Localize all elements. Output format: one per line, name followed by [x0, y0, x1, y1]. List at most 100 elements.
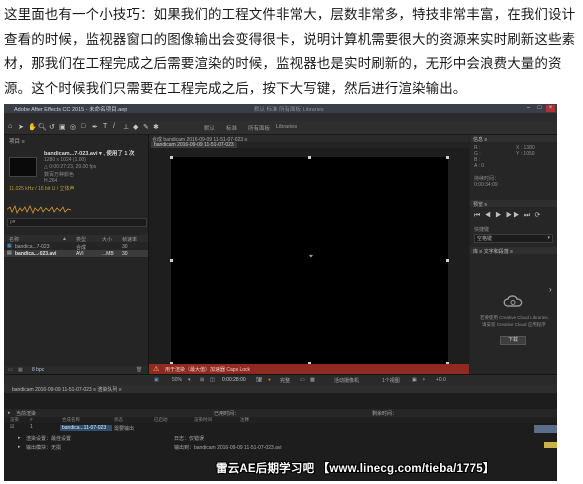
- warning-text: 用于渲染（最大值）加速器 Caps Lock: [165, 367, 251, 373]
- eraser-tool-icon[interactable]: ◆: [133, 123, 138, 131]
- timeline-tabs: bandicam 2016-09-09 11-51-07-023 ≡ 渲染队列 …: [4, 385, 557, 393]
- col-size[interactable]: 大小: [102, 236, 112, 243]
- mask-visibility-icon[interactable]: ◫: [210, 377, 215, 383]
- bbox-handle[interactable]: [308, 156, 311, 159]
- roi-icon[interactable]: ▭: [300, 377, 305, 383]
- footage-audio: 11.025 kHz / 16 bit U / 立体声: [9, 186, 75, 192]
- project-column-headers: 名称 ▲ 类型 大小 帧速率: [4, 235, 148, 243]
- fast-preview-icon[interactable]: ⚡︎: [422, 377, 426, 383]
- render-checkbox[interactable]: ☑: [10, 424, 14, 430]
- maximize-icon[interactable]: □: [535, 105, 544, 112]
- zoom-tool-icon[interactable]: 🔍︎: [38, 123, 47, 131]
- text-tool-icon[interactable]: T: [103, 123, 107, 130]
- timeline-tab-label[interactable]: bandicam 2016-09-09 11-51-07-023 ≡ 渲染队列 …: [12, 386, 122, 393]
- render-item-row[interactable]: ☑ 1 bandica...11-07-023 需要输出: [4, 424, 557, 432]
- preview-tab[interactable]: 预览 ≡: [470, 200, 557, 208]
- disclosure-icon[interactable]: ▸: [18, 435, 21, 441]
- chevron-right-icon[interactable]: ›: [549, 285, 552, 294]
- hand-tool-icon[interactable]: ✋: [28, 123, 37, 131]
- disclosure-icon[interactable]: ▸: [8, 410, 11, 416]
- cc-message-2: 请安装 Creative Cloud 应用程序: [482, 322, 546, 327]
- selection-tool-icon[interactable]: ➤: [18, 123, 24, 131]
- render-status-bar: ▸ 当前渲染 已用时间： 剩余时间：: [4, 409, 557, 433]
- info-y: Y : 1050: [516, 151, 535, 157]
- exposure-value[interactable]: +0.0: [436, 377, 446, 383]
- clone-tool-icon[interactable]: ⊥: [123, 123, 129, 131]
- project-search-input[interactable]: ρ▾: [7, 218, 147, 227]
- info-tab[interactable]: 信息 ≡: [470, 135, 557, 143]
- mask-tool-icon[interactable]: □: [81, 123, 85, 130]
- close-icon[interactable]: ×: [546, 105, 555, 112]
- project-tab[interactable]: 项目 ≡: [9, 137, 25, 145]
- current-timecode[interactable]: 0:00:28:00: [222, 377, 246, 383]
- bit-depth[interactable]: 8 bpc: [32, 367, 44, 373]
- window-title: Adobe After Effects CC 2015 - 未命名项目.aep: [14, 107, 128, 113]
- camera-tool-icon[interactable]: ▣: [59, 123, 66, 131]
- bbox-handle[interactable]: [170, 156, 173, 159]
- log-setting[interactable]: 日志：仅错误: [174, 435, 204, 442]
- workspace-all-panels[interactable]: 所有面板: [248, 124, 270, 132]
- col-type[interactable]: 类型: [76, 236, 86, 243]
- bbox-handle[interactable]: [446, 156, 449, 159]
- rotate-tool-icon[interactable]: ↺: [49, 123, 55, 131]
- output-path[interactable]: 输出到：bandicam 2016-09-09 11-51-07-023.avi: [174, 444, 281, 451]
- elapsed-label: 已用时间：: [214, 411, 240, 417]
- project-row[interactable]: ▦ bandica...7-023 合成 30: [4, 243, 148, 251]
- duration-value: 0:00:34:09: [474, 182, 498, 188]
- output-module-row[interactable]: ▸ 输出模块：无损 输出到：bandicam 2016-09-09 11-51-…: [4, 443, 557, 451]
- bbox-handle[interactable]: [170, 259, 173, 262]
- snapshot-icon[interactable]: 📷︎: [256, 377, 262, 383]
- trash-icon[interactable]: 🗑︎: [136, 367, 142, 373]
- col-name[interactable]: 名称: [9, 236, 19, 243]
- grid-icon[interactable]: ⊞: [200, 377, 204, 383]
- composition-tab[interactable]: 合成 bandicam 2016-09-09 11-51-07-023 ≡: [149, 135, 469, 143]
- workspace-standard[interactable]: 标准: [226, 124, 237, 132]
- home-icon[interactable]: ⌂: [8, 123, 12, 130]
- bbox-handle[interactable]: [446, 259, 449, 262]
- workspace-default[interactable]: 默认: [204, 124, 215, 132]
- workspace-libraries[interactable]: Libraries: [276, 124, 297, 130]
- remaining-label: 剩余时间：: [372, 411, 398, 417]
- minimize-icon[interactable]: –: [524, 105, 533, 112]
- new-folder-icon[interactable]: ▭: [8, 367, 13, 373]
- composition-canvas[interactable]: ⌖: [170, 156, 449, 365]
- comp-icon: ▦: [7, 243, 12, 249]
- camera-select[interactable]: 活动摄像机: [334, 377, 359, 384]
- channel-icon[interactable]: ●: [268, 377, 271, 383]
- footage-name: bandicam...7-023.avi ▾ , 使用了 1 次: [44, 151, 135, 157]
- zoom-select[interactable]: 50%: [172, 377, 182, 383]
- views-select[interactable]: 1个视图: [382, 377, 400, 384]
- footage-thumbnail: [9, 157, 37, 177]
- menu-bar: [4, 113, 557, 121]
- resolution-select[interactable]: 完整: [280, 377, 290, 384]
- warning-icon: ⚠: [153, 366, 160, 373]
- transparency-grid-icon[interactable]: ▩: [310, 377, 315, 383]
- viewer-options-bar: ▣ 50% ▾ ⊞ ◫ 0:00:28:00 📷︎ ● 完整 ▭ ▩ 活动摄像机…: [4, 374, 557, 385]
- workspace-names: 默认 标准 所有面板 Libraries: [254, 107, 324, 113]
- col-fps[interactable]: 帧速率: [122, 236, 137, 243]
- zoom-chevron-icon[interactable]: ▾: [188, 377, 191, 383]
- output-module-label[interactable]: 输出模块：无损: [26, 444, 61, 451]
- project-row[interactable]: ▤ bandica...-023.avi AVI ...MB 30: [4, 250, 148, 257]
- shortcut-select[interactable]: 空格键 ▾: [474, 234, 553, 243]
- col-label[interactable]: ▲: [62, 236, 67, 242]
- always-preview-icon[interactable]: ▣: [154, 377, 159, 383]
- pen-tool-icon[interactable]: ✒: [92, 123, 98, 131]
- roto-tool-icon[interactable]: ✎: [143, 123, 149, 131]
- comp-chip[interactable]: bandicam 2016-09-09 11-51-07-023: [151, 142, 237, 148]
- download-button[interactable]: 下载: [500, 336, 526, 345]
- brush-tool-icon[interactable]: /: [113, 123, 115, 130]
- render-settings-label[interactable]: 渲染设置：最佳设置: [26, 435, 71, 442]
- playback-controls[interactable]: ⏮ ◀ ▶ ▶▶ ⏭ ⟳: [474, 211, 542, 220]
- disclosure-icon[interactable]: ▸: [18, 444, 21, 450]
- anchor-point-icon[interactable]: ⌖: [309, 253, 315, 260]
- new-comp-icon[interactable]: ▦: [18, 367, 23, 373]
- toggle-pixel-icon[interactable]: ▣: [412, 377, 417, 383]
- pan-behind-icon[interactable]: ◎: [70, 123, 76, 131]
- libraries-tab[interactable]: 库 ≡ 文字和段落 ≡: [470, 247, 557, 255]
- render-settings-row[interactable]: ▸ 渲染设置：最佳设置 日志：仅错误: [4, 434, 557, 442]
- footage-icon: ▤: [7, 250, 12, 256]
- shortcut-label: 快捷键: [474, 227, 490, 233]
- footage-codec: H.264: [44, 178, 58, 184]
- puppet-tool-icon[interactable]: ✱: [153, 123, 159, 131]
